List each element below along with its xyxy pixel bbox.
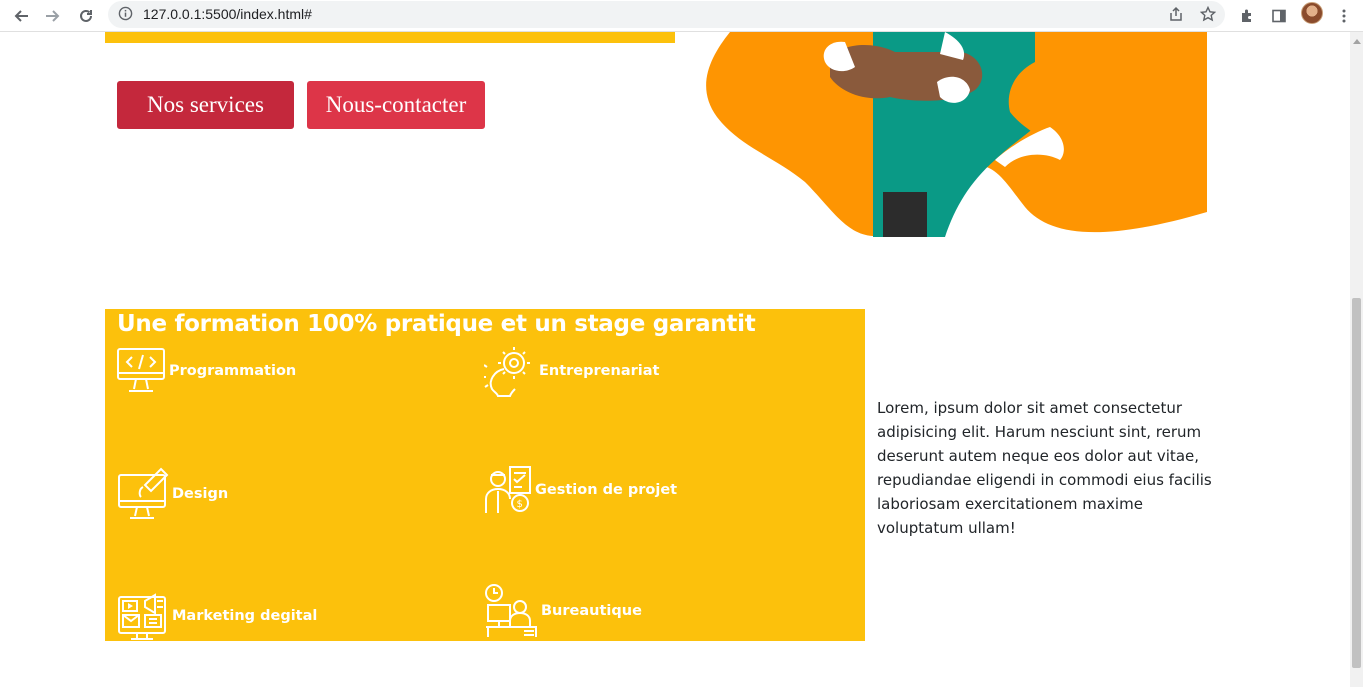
features-title: Une formation 100% pratique et un stage …	[117, 311, 756, 337]
feature-item-gestion-de-projet: $ Gestion de projet	[484, 465, 677, 515]
dark-trousers-shape	[883, 192, 927, 237]
services-button[interactable]: Nos services	[117, 81, 294, 129]
feature-label: Design	[172, 486, 229, 502]
feature-label: Entreprenariat	[539, 363, 660, 379]
scroll-up-arrow-icon[interactable]	[1350, 32, 1363, 49]
lightbulb-gear-icon	[484, 345, 536, 397]
feature-label: Gestion de projet	[535, 482, 678, 498]
feature-item-design: Design	[117, 467, 228, 521]
office-worker-icon	[484, 583, 538, 639]
digital-marketing-icon	[117, 591, 169, 641]
url-text[interactable]: 127.0.0.1:5500/index.html#	[143, 6, 312, 22]
description-paragraph: Lorem, ipsum dolor sit amet consectetur …	[877, 399, 1212, 537]
feature-label: Bureautique	[541, 603, 642, 619]
feature-item-entreprenariat: Entreprenariat	[484, 345, 659, 397]
feature-item-marketing-degital: Marketing degital	[117, 591, 317, 641]
share-icon[interactable]	[1168, 6, 1184, 27]
address-bar[interactable]: 127.0.0.1:5500/index.html#	[108, 1, 1225, 28]
avatar[interactable]	[1301, 2, 1323, 24]
yellow-accent-strip	[105, 32, 675, 43]
menu-dots-icon[interactable]	[1332, 4, 1356, 28]
forward-arrow-icon[interactable]	[41, 4, 65, 28]
contact-button[interactable]: Nous-contacter	[307, 81, 485, 129]
star-icon[interactable]	[1199, 5, 1217, 27]
info-icon[interactable]	[118, 6, 133, 26]
code-monitor-icon	[116, 347, 166, 395]
page-content: Nos services Nous-contacter Une formatio…	[0, 32, 1350, 687]
vertical-scrollbar[interactable]	[1350, 32, 1363, 687]
svg-text:$: $	[517, 499, 523, 510]
reload-icon[interactable]	[74, 4, 98, 28]
feature-label: Marketing degital	[172, 608, 318, 624]
extensions-icon[interactable]	[1235, 4, 1259, 28]
design-monitor-icon	[117, 467, 169, 521]
back-arrow-icon[interactable]	[9, 4, 33, 28]
feature-label: Programmation	[169, 363, 297, 379]
browser-toolbar: 127.0.0.1:5500/index.html#	[0, 0, 1363, 32]
features-section: Une formation 100% pratique et un stage …	[105, 309, 865, 641]
project-manager-icon: $	[484, 465, 532, 515]
feature-item-programmation: Programmation	[116, 347, 296, 395]
hero-illustration	[706, 32, 1207, 237]
side-panel-icon[interactable]	[1267, 4, 1291, 28]
scrollbar-thumb[interactable]	[1352, 298, 1361, 668]
feature-item-bureautique: Bureautique	[484, 583, 642, 639]
